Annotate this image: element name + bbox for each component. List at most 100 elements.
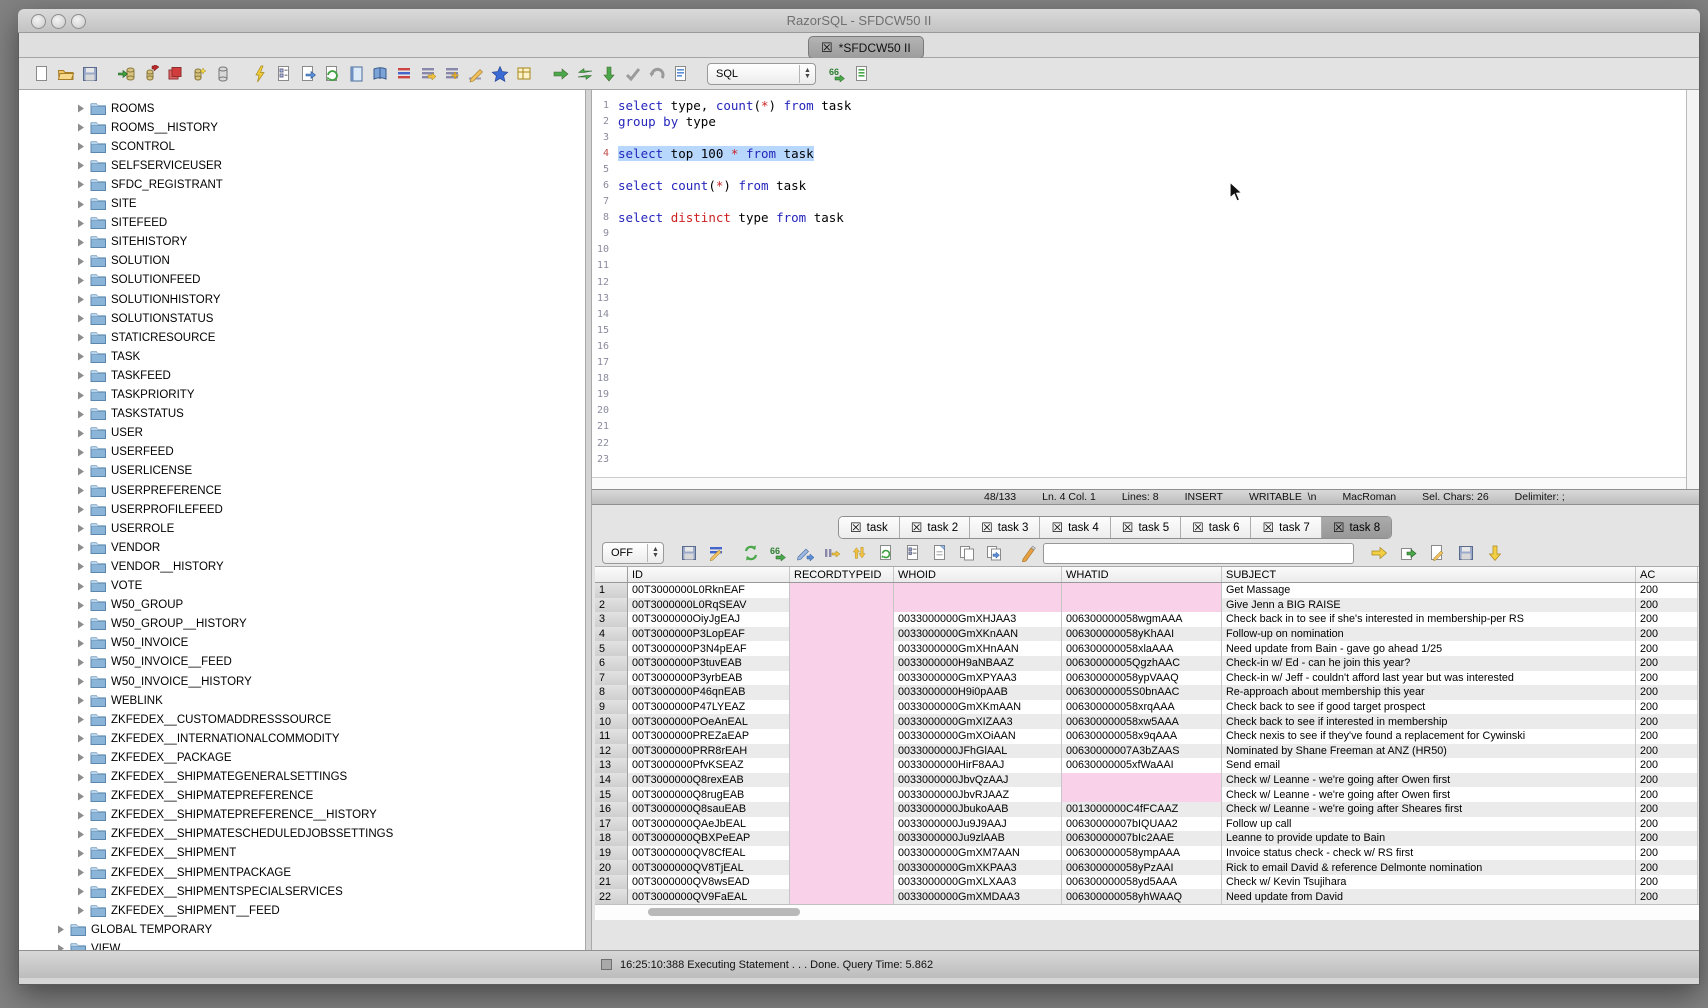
cell-rtid[interactable]	[790, 831, 894, 846]
cell-who[interactable]: 0033000000GmXHnAAN	[894, 641, 1062, 656]
disclosure-triangle-icon[interactable]	[75, 275, 86, 286]
cell-subject[interactable]: Give Jenn a BIG RAISE	[1222, 598, 1636, 613]
cell-id[interactable]: 00T3000000P46qnEAB	[628, 685, 790, 700]
view-glasses-icon[interactable]: 66	[767, 543, 788, 564]
cell-ac[interactable]: 200	[1636, 744, 1698, 759]
cell-rtid[interactable]	[790, 685, 894, 700]
close-tab-icon[interactable]: ☒	[1051, 521, 1063, 534]
disclosure-triangle-icon[interactable]	[75, 810, 86, 821]
editor-vertical-scrollbar[interactable]	[1686, 90, 1699, 505]
disclosure-triangle-icon[interactable]	[75, 199, 86, 210]
cell-rtid[interactable]	[790, 889, 894, 904]
cell-subject[interactable]: Check w/ Leanne - we're going after Owen…	[1222, 773, 1636, 788]
tree-item-view[interactable]: VIEW	[55, 939, 120, 950]
cell-who[interactable]: 0033000000GmXMDAA3	[894, 889, 1062, 904]
cell-ac[interactable]: 200	[1636, 583, 1698, 598]
cell-what[interactable]: 006300000058ypVAAQ	[1062, 671, 1222, 686]
disclosure-triangle-icon[interactable]	[75, 237, 86, 248]
cell-id[interactable]: 00T3000000Q8rexEAB	[628, 773, 790, 788]
cell-id[interactable]: 00T3000000P3tuvEAB	[628, 656, 790, 671]
tree-item-solutionhistory[interactable]: SOLUTIONHISTORY	[75, 290, 221, 309]
tree-item-w50_invoice__history[interactable]: W50_INVOICE__HISTORY	[75, 672, 252, 691]
run-lines-icon[interactable]	[417, 63, 438, 84]
editor-line-4[interactable]: 4select top 100 * from task	[592, 145, 1686, 161]
cell-rtid[interactable]	[790, 671, 894, 686]
disclosure-triangle-icon[interactable]	[75, 179, 86, 190]
go-arrow-icon[interactable]	[550, 63, 571, 84]
cell-subject[interactable]: Check-in w/ Jeff - couldn't afford last …	[1222, 671, 1636, 686]
row-number-cell[interactable]: 20	[595, 860, 628, 875]
cell-rtid[interactable]	[790, 744, 894, 759]
editor-line-20[interactable]: 20	[592, 403, 1686, 419]
disclosure-triangle-icon[interactable]	[55, 943, 66, 950]
export-doc-icon[interactable]	[297, 63, 318, 84]
cell-who[interactable]: 0033000000Ju9zlAAB	[894, 831, 1062, 846]
cell-subject[interactable]: Send email	[1222, 758, 1636, 773]
cell-who[interactable]: 0033000000H9i0pAAB	[894, 685, 1062, 700]
result-tab-task-4[interactable]: ☒task 4	[1040, 517, 1110, 538]
cell-id[interactable]: 00T3000000POeAnEAL	[628, 714, 790, 729]
disclosure-triangle-icon[interactable]	[75, 905, 86, 916]
editor-line-15[interactable]: 15	[592, 322, 1686, 338]
cell-ac[interactable]: 200	[1636, 758, 1698, 773]
cell-ac[interactable]: 200	[1636, 612, 1698, 627]
cell-id[interactable]: 00T3000000QV8CfEAL	[628, 846, 790, 861]
disclosure-triangle-icon[interactable]	[75, 332, 86, 343]
download-arrow-icon[interactable]	[1484, 543, 1505, 564]
disclosure-triangle-icon[interactable]	[75, 122, 86, 133]
cell-subject[interactable]: Follow up call	[1222, 817, 1636, 832]
cell-what[interactable]: 006300000058yhWAAQ	[1062, 889, 1222, 904]
row-number-cell[interactable]: 14	[595, 773, 628, 788]
table-row[interactable]: 600T3000000P3tuvEAB 0033000000H9aNBAAZ006…	[595, 656, 1699, 671]
tree-item-site[interactable]: SITE	[75, 195, 137, 214]
tree-item-zkfedex__shipmatescheduledjobssettings[interactable]: ZKFEDEX__SHIPMATESCHEDULEDJOBSSETTINGS	[75, 825, 393, 844]
cell-what[interactable]	[1062, 787, 1222, 802]
cell-id[interactable]: 00T3000000L0RknEAF	[628, 583, 790, 598]
editor-line-13[interactable]: 13	[592, 290, 1686, 306]
cell-rtid[interactable]	[790, 612, 894, 627]
disclosure-triangle-icon[interactable]	[75, 600, 86, 611]
list-red-icon[interactable]	[393, 63, 414, 84]
cell-subject[interactable]: Check nexis to see if they've found a re…	[1222, 729, 1636, 744]
row-number-cell[interactable]: 21	[595, 875, 628, 890]
cell-who[interactable]: 0033000000JbvRJAAZ	[894, 787, 1062, 802]
cell-who[interactable]: 0033000000JbukoAAB	[894, 802, 1062, 817]
row-number-cell[interactable]: 6	[595, 656, 628, 671]
cell-subject[interactable]: Check back in to see if she's interested…	[1222, 612, 1636, 627]
cell-subject[interactable]: Check w/ Leanne - we're going after Owen…	[1222, 787, 1636, 802]
copy-arrow-icon[interactable]	[983, 543, 1004, 564]
cell-id[interactable]: 00T3000000Q8sauEAB	[628, 802, 790, 817]
table-scrollbar-thumb[interactable]	[648, 908, 800, 916]
edit-page-icon[interactable]	[1426, 543, 1447, 564]
tree-item-zkfedex__customaddresssource[interactable]: ZKFEDEX__CUSTOMADDRESSSOURCE	[75, 710, 331, 729]
cell-who[interactable]: 0033000000H9aNBAAZ	[894, 656, 1062, 671]
cell-subject[interactable]: Check-in w/ Ed - can he join this year?	[1222, 656, 1636, 671]
cell-subject[interactable]: Leanne to provide update to Bain	[1222, 831, 1636, 846]
cell-who[interactable]: 0033000000HirF8AAJ	[894, 758, 1062, 773]
tree-item-sitehistory[interactable]: SITEHISTORY	[75, 233, 187, 252]
cell-rtid[interactable]	[790, 817, 894, 832]
row-number-cell[interactable]: 18	[595, 831, 628, 846]
table-row[interactable]: 200T3000000L0RqSEAVGive Jenn a BIG RAISE…	[595, 598, 1699, 613]
row-number-cell[interactable]: 9	[595, 700, 628, 715]
cell-id[interactable]: 00T3000000PREZaEAP	[628, 729, 790, 744]
editor-line-23[interactable]: 23	[592, 451, 1686, 467]
disclosure-triangle-icon[interactable]	[75, 485, 86, 496]
tree-item-vendor__history[interactable]: VENDOR__HISTORY	[75, 557, 224, 576]
tree-item-w50_invoice__feed[interactable]: W50_INVOICE__FEED	[75, 653, 232, 672]
disclosure-triangle-icon[interactable]	[75, 657, 86, 668]
tree-item-w50_group__history[interactable]: W50_GROUP__HISTORY	[75, 615, 247, 634]
result-tab-task-5[interactable]: ☒task 5	[1111, 517, 1181, 538]
tree-item-userprofilefeed[interactable]: USERPROFILEFEED	[75, 500, 223, 519]
refresh-page-icon[interactable]	[875, 543, 896, 564]
table-row[interactable]: 1200T3000000PRR8rEAH0033000000JFhGlAAL00…	[595, 744, 1699, 759]
cell-what[interactable]: 006300000058yPzAAI	[1062, 860, 1222, 875]
cell-what[interactable]: 00630000005QgzhAAC	[1062, 656, 1222, 671]
row-number-cell[interactable]: 11	[595, 729, 628, 744]
disclosure-triangle-icon[interactable]	[75, 638, 86, 649]
save-icon[interactable]	[79, 63, 100, 84]
cell-who[interactable]: 0033000000GmXM7AAN	[894, 846, 1062, 861]
cell-ac[interactable]: 200	[1636, 787, 1698, 802]
cell-ac[interactable]: 200	[1636, 889, 1698, 904]
refresh-doc-icon[interactable]	[321, 63, 342, 84]
